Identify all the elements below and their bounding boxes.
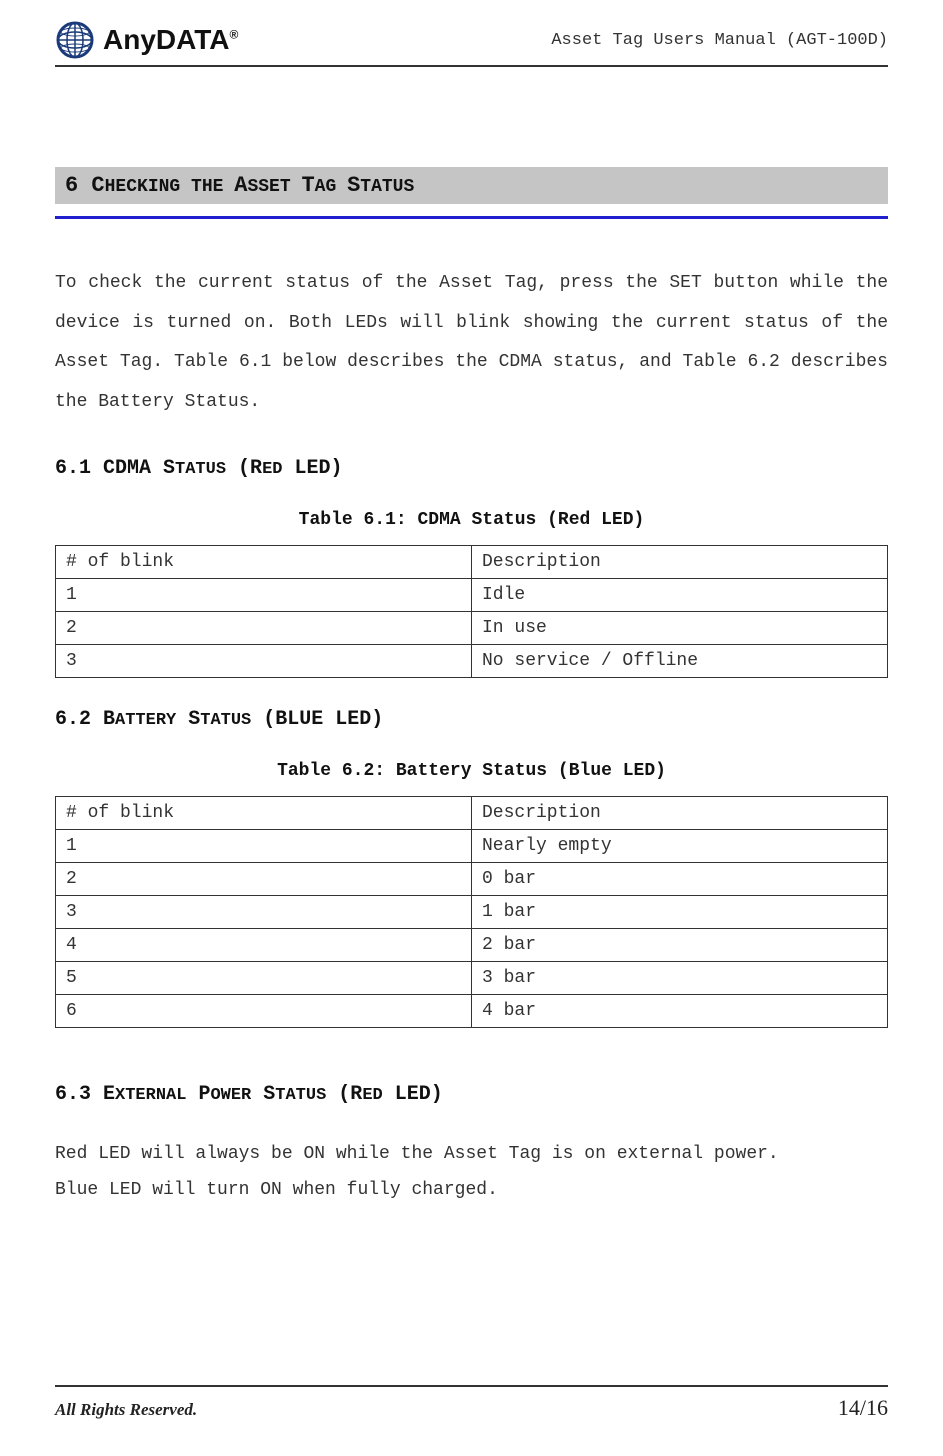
logo: AnyDATA® <box>55 20 238 60</box>
table-cell: 2 bar <box>472 929 888 962</box>
table-cell: # of blink <box>56 797 472 830</box>
table-cell: 1 <box>56 579 472 612</box>
table-cell: 4 <box>56 929 472 962</box>
subheading-6-3: 6.3 EXTERNAL POWER STATUS (RED LED) <box>55 1083 888 1106</box>
table-6-1-caption: Table 6.1: CDMA Status (Red LED) <box>55 510 888 530</box>
table-cell: 4 bar <box>472 995 888 1028</box>
table-cell: Idle <box>472 579 888 612</box>
table-cell: In use <box>472 612 888 645</box>
table-cell: Description <box>472 546 888 579</box>
table-cell: # of blink <box>56 546 472 579</box>
table-row: 64 bar <box>56 995 888 1028</box>
table-row: 1Idle <box>56 579 888 612</box>
globe-icon <box>55 20 95 60</box>
table-cell: Nearly empty <box>472 830 888 863</box>
table-6-2-caption: Table 6.2: Battery Status (Blue LED) <box>55 761 888 781</box>
table-row: # of blinkDescription <box>56 546 888 579</box>
footer-left: All Rights Reserved. <box>55 1400 197 1420</box>
table-cell: 2 <box>56 863 472 896</box>
table-cell: 6 <box>56 995 472 1028</box>
table-row: 53 bar <box>56 962 888 995</box>
paragraph-6-3-line2: Blue LED will turn ON when fully charged… <box>55 1172 888 1208</box>
table-row: 42 bar <box>56 929 888 962</box>
table-cell: 3 <box>56 645 472 678</box>
logo-text: AnyDATA® <box>103 24 238 56</box>
page-footer: All Rights Reserved. 14/16 <box>55 1385 888 1421</box>
doc-title: Asset Tag Users Manual (AGT-100D) <box>551 31 888 50</box>
section-divider <box>55 216 888 219</box>
page-number: 14/16 <box>838 1395 888 1421</box>
table-row: 1Nearly empty <box>56 830 888 863</box>
table-cell: 3 <box>56 896 472 929</box>
table-row: 31 bar <box>56 896 888 929</box>
table-cell: 5 <box>56 962 472 995</box>
table-cell: 3 bar <box>472 962 888 995</box>
intro-paragraph: To check the current status of the Asset… <box>55 264 888 422</box>
table-cell: 1 <box>56 830 472 863</box>
page-header: AnyDATA® Asset Tag Users Manual (AGT-100… <box>55 20 888 67</box>
table-cell: 2 <box>56 612 472 645</box>
table-row: # of blinkDescription <box>56 797 888 830</box>
table-cell: 0 bar <box>472 863 888 896</box>
table-6-1: # of blinkDescription 1Idle 2In use 3No … <box>55 545 888 678</box>
table-cell: Description <box>472 797 888 830</box>
table-row: 2In use <box>56 612 888 645</box>
table-row: 3No service / Offline <box>56 645 888 678</box>
subheading-6-2: 6.2 BATTERY STATUS (BLUE LED) <box>55 708 888 731</box>
table-6-2: # of blinkDescription 1Nearly empty 20 b… <box>55 796 888 1028</box>
table-cell: No service / Offline <box>472 645 888 678</box>
section-6-heading: 6 CHECKING THE ASSET TAG STATUS <box>55 167 888 204</box>
table-cell: 1 bar <box>472 896 888 929</box>
paragraph-6-3-line1: Red LED will always be ON while the Asse… <box>55 1136 888 1172</box>
table-row: 20 bar <box>56 863 888 896</box>
subheading-6-1: 6.1 CDMA STATUS (RED LED) <box>55 457 888 480</box>
